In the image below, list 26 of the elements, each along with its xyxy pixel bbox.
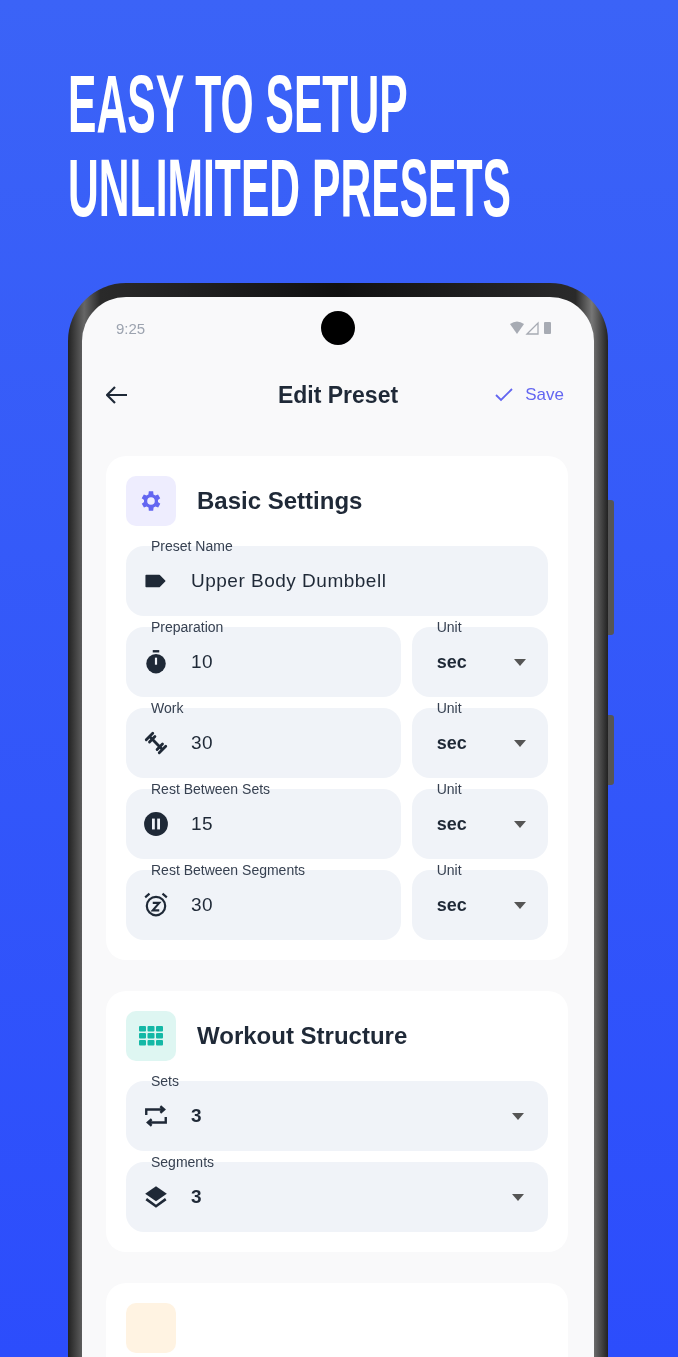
caret-icon (514, 739, 526, 747)
status-time: 9:25 (116, 319, 146, 337)
repeat-icon (143, 1103, 169, 1129)
save-button[interactable]: Save (495, 381, 564, 409)
caret-icon (514, 901, 526, 909)
icon-tile (126, 1303, 176, 1353)
section-title: Workout Structure (197, 1022, 408, 1050)
status-icons (510, 321, 554, 335)
back-arrow-icon[interactable] (106, 386, 128, 404)
caret-icon (512, 1112, 524, 1120)
dumbbell-icon (143, 730, 169, 756)
pause-icon (143, 811, 169, 837)
headline: EASY TO SETUP (68, 62, 408, 146)
grid-icon (126, 1011, 176, 1061)
stopwatch-icon (143, 649, 169, 675)
camera-hole (321, 311, 355, 345)
settings-icon (126, 476, 176, 526)
caret-icon (512, 1193, 524, 1201)
section-title: Basic Settings (197, 487, 363, 515)
check-icon (495, 388, 514, 402)
layers-icon (143, 1184, 169, 1210)
alarm-clock-icon (143, 892, 169, 918)
caret-icon (514, 820, 526, 828)
caret-icon (514, 658, 526, 666)
screen-title: Edit Preset (277, 381, 399, 409)
headline: UNLIMITED PRESETS (68, 146, 511, 230)
